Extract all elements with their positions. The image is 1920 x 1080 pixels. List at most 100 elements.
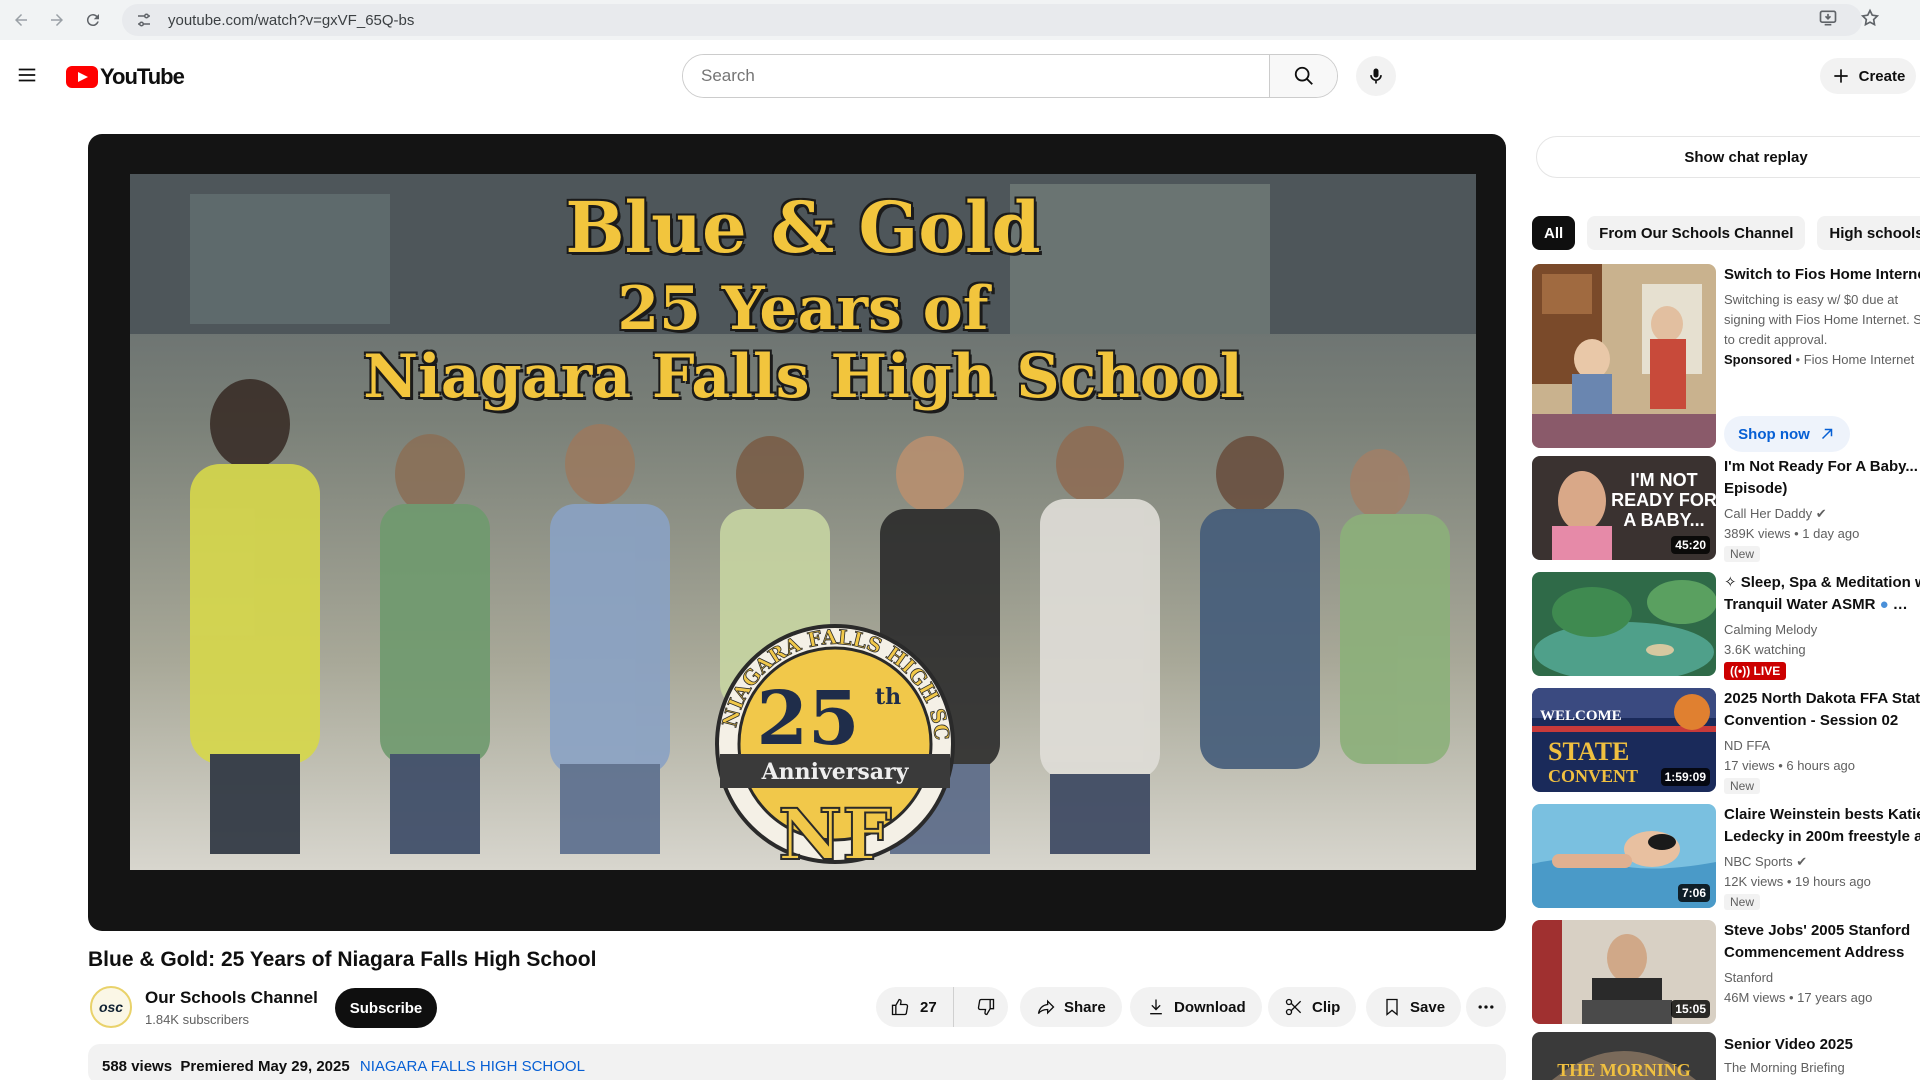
video-thumbnail[interactable] <box>1532 572 1716 676</box>
reco-channel[interactable]: Stanford <box>1724 968 1773 988</box>
chip-from-channel[interactable]: From Our Schools Channel <box>1587 216 1806 250</box>
video-meta: 389K views • 1 day ago <box>1724 526 1860 541</box>
video-player[interactable]: Blue & Gold 25 Years of Niagara Falls Hi… <box>88 134 1506 931</box>
video-title-text[interactable]: Tranquil Water ASMR <box>1724 596 1875 613</box>
video-frame[interactable]: Blue & Gold 25 Years of Niagara Falls Hi… <box>130 174 1476 870</box>
save-label: Save <box>1410 998 1446 1016</box>
voice-search-button[interactable] <box>1356 56 1396 96</box>
video-title-line2[interactable]: Tranquil Water ASMR ● … <box>1724 594 1920 616</box>
reco-channel[interactable]: NBC Sports <box>1724 854 1793 869</box>
share-button[interactable]: Share <box>1020 987 1122 1027</box>
subscribe-button[interactable]: Subscribe <box>335 988 437 1028</box>
reload-icon[interactable] <box>78 5 108 35</box>
thumbs-up-icon <box>891 998 909 1016</box>
recommended-video[interactable]: ✧ Sleep, Spa & Meditation w Tranquil Wat… <box>1532 572 1920 680</box>
shop-now-button[interactable]: Shop now <box>1724 416 1850 452</box>
download-button[interactable]: Download <box>1130 987 1262 1027</box>
youtube-header: YouTube Create <box>0 44 1920 108</box>
channel-name[interactable]: Our Schools Channel <box>145 988 318 1008</box>
video-thumbnail[interactable]: I'M NOT READY FOR A BABY... 45:20 <box>1532 456 1716 560</box>
svg-text:A BABY...: A BABY... <box>1623 510 1704 530</box>
video-title-line1[interactable]: 2025 North Dakota FFA State <box>1724 688 1920 710</box>
thumb-text-state: STATE <box>1548 737 1629 766</box>
sponsored-ad[interactable]: Switch to Fios Home Internet Switching i… <box>1532 264 1920 452</box>
search-button[interactable] <box>1269 55 1337 97</box>
url-text[interactable]: youtube.com/watch?v=gxVF_65Q-bs <box>168 12 414 29</box>
logo-text: YouTube <box>100 64 185 89</box>
recommended-video[interactable]: I'M NOT READY FOR A BABY... 45:20 I'm No… <box>1532 456 1920 562</box>
site-settings-icon[interactable] <box>136 12 152 28</box>
bookmark-star-icon[interactable] <box>1860 8 1880 28</box>
channel-name-verified[interactable]: Call Her Daddy ✔ <box>1724 504 1827 524</box>
video-title-line1[interactable]: I'm Not Ready For A Baby... (I <box>1724 456 1920 478</box>
live-label: LIVE <box>1753 664 1781 678</box>
video-thumbnail[interactable]: 7:06 <box>1532 804 1716 908</box>
svg-text:READY FOR: READY FOR <box>1611 490 1716 510</box>
like-button[interactable]: 27 <box>876 987 954 1027</box>
video-title-line2[interactable]: Ledecky in 200m freestyle at <box>1724 826 1920 848</box>
channel-avatar[interactable]: osc <box>90 986 132 1028</box>
video-meta: 17 views • 6 hours ago <box>1724 758 1856 773</box>
search-box <box>682 54 1338 98</box>
download-icon <box>1150 999 1162 1015</box>
reco-channel[interactable]: ND FFA <box>1724 736 1770 756</box>
recommended-video[interactable]: 15:05 Steve Jobs' 2005 Stanford Commence… <box>1532 920 1920 1024</box>
dislike-button[interactable] <box>962 997 1010 1017</box>
save-button[interactable]: Save <box>1366 987 1462 1027</box>
chip-all[interactable]: All <box>1532 216 1576 250</box>
bookmark-icon <box>1386 998 1398 1016</box>
seal-letters: NF <box>778 793 892 870</box>
new-badge: New <box>1724 778 1761 794</box>
video-title-line1[interactable]: Steve Jobs' 2005 Stanford <box>1724 920 1920 942</box>
reco-channel[interactable]: Calming Melody <box>1724 620 1817 640</box>
like-count: 27 <box>920 998 937 1016</box>
video-title-line1[interactable]: Claire Weinstein bests Katie <box>1724 804 1920 826</box>
clip-button[interactable]: Clip <box>1268 987 1357 1027</box>
external-link-icon <box>1821 428 1833 440</box>
reco-channel[interactable]: Call Her Daddy <box>1724 506 1812 521</box>
video-title-line2[interactable]: Episode) <box>1724 478 1920 500</box>
download-label: Download <box>1174 998 1246 1016</box>
more-actions-button[interactable] <box>1466 987 1506 1027</box>
video-overlay-subtitle: 25 Years of <box>617 274 989 344</box>
video-thumbnail[interactable]: 15:05 <box>1532 920 1716 1024</box>
ad-thumbnail[interactable] <box>1532 264 1716 448</box>
hamburger-menu-icon[interactable] <box>16 64 38 86</box>
seal-number: 25 <box>757 676 860 762</box>
video-thumbnail[interactable]: THE MORNING <box>1532 1032 1716 1080</box>
recommended-video[interactable]: 7:06 Claire Weinstein bests Katie Ledeck… <box>1532 804 1920 910</box>
channel-name-verified[interactable]: NBC Sports ✔ <box>1724 852 1807 872</box>
create-button[interactable]: Create <box>1820 58 1916 94</box>
share-icon <box>1037 999 1055 1015</box>
install-app-icon[interactable] <box>1818 8 1838 28</box>
live-broadcast-icon: ((•)) <box>1730 664 1754 678</box>
video-duration: 1:59:09 <box>1660 768 1710 786</box>
youtube-play-logo-icon <box>66 66 98 88</box>
hashtag-link[interactable]: NIAGARA FALLS HIGH SCHOOL <box>360 1058 585 1075</box>
seal-sup: th <box>875 684 901 710</box>
ad-desc-line2: signing with Fios Home Internet. S <box>1724 312 1920 327</box>
video-title-line1[interactable]: Senior Video 2025 <box>1724 1034 1920 1056</box>
show-chat-replay-button[interactable]: Show chat replay <box>1536 136 1920 178</box>
search-input[interactable] <box>683 55 1269 97</box>
recommended-video[interactable]: THE MORNING Senior Video 2025 The Mornin… <box>1532 1032 1920 1080</box>
youtube-logo[interactable]: YouTube <box>66 64 185 90</box>
microphone-icon <box>1370 68 1382 84</box>
thumb-text-convent: CONVENT <box>1548 766 1638 786</box>
video-title-text[interactable]: Sleep, Spa & Meditation w <box>1741 574 1920 591</box>
reco-channel[interactable]: The Morning Briefing <box>1724 1058 1845 1078</box>
like-dislike-group: 27 <box>876 987 1008 1027</box>
description-box[interactable]: 588 views Premiered May 29, 2025 NIAGARA… <box>88 1044 1506 1080</box>
recommended-video[interactable]: WELCOME STATE CONVENT 1:59:09 2025 North… <box>1532 688 1920 794</box>
video-title-line2[interactable]: Convention - Session 02 <box>1724 710 1920 732</box>
ad-title[interactable]: Switch to Fios Home Internet <box>1724 264 1920 286</box>
video-title-line2[interactable]: Commencement Address <box>1724 942 1920 964</box>
address-bar[interactable]: youtube.com/watch?v=gxVF_65Q-bs <box>122 4 1862 36</box>
video-title-line1[interactable]: ✧ Sleep, Spa & Meditation w <box>1724 572 1920 594</box>
back-icon[interactable] <box>6 5 36 35</box>
new-badge: New <box>1724 894 1761 910</box>
ad-desc-line1: Switching is easy w/ $0 due at <box>1724 292 1899 307</box>
chip-high-schools[interactable]: High schools <box>1817 216 1920 250</box>
forward-icon[interactable] <box>42 5 72 35</box>
video-thumbnail[interactable]: WELCOME STATE CONVENT 1:59:09 <box>1532 688 1716 792</box>
